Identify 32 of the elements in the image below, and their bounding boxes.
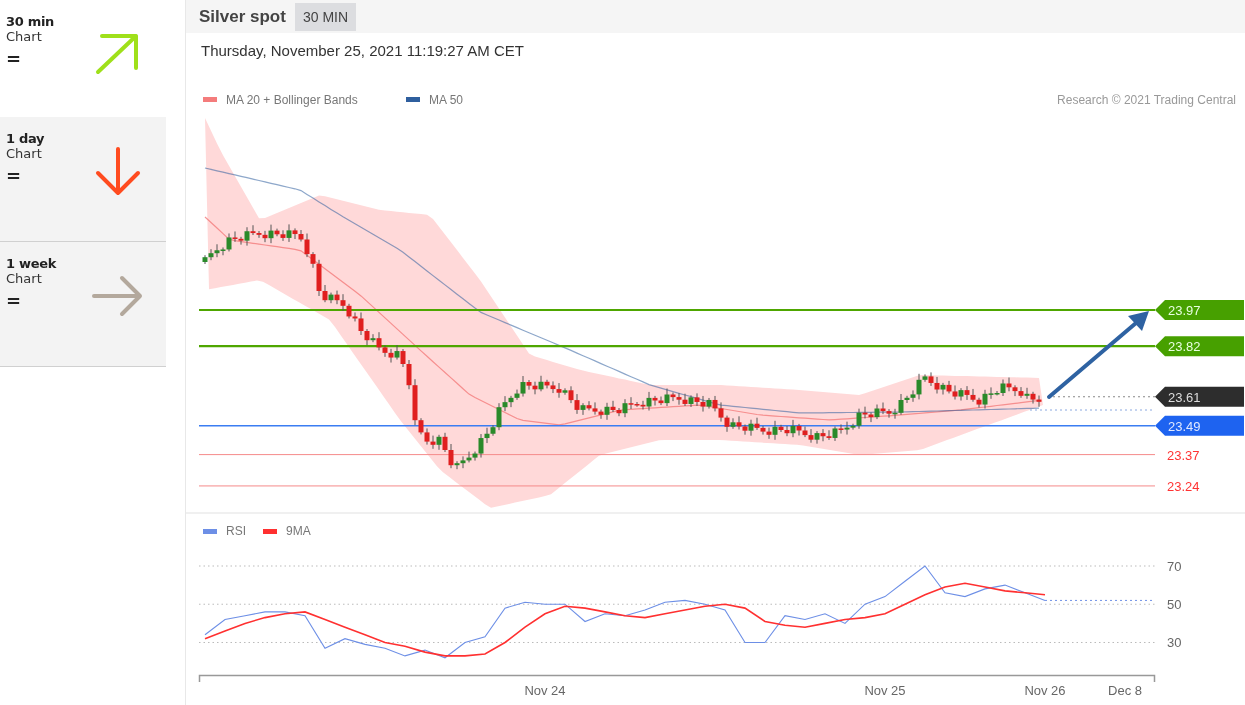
axis-tick-label: Nov 25 [864, 682, 906, 698]
legend-label: MA 50 [429, 92, 464, 107]
rating-text: = [6, 290, 22, 311]
timeframe-title: 1 day [6, 131, 45, 146]
legend-label: 9MA [286, 523, 311, 538]
price-label: 23.82 [1155, 335, 1244, 356]
axis-tick-label: 50 [1167, 597, 1182, 612]
chart-label: Chart [6, 29, 42, 44]
chart-label: Chart [6, 146, 42, 161]
timeframe-card[interactable]: 1 week Chart = [0, 242, 166, 367]
rating-text: = [6, 165, 22, 186]
price-level: 23.37 [1167, 447, 1200, 463]
price-label: 23.61 [1155, 386, 1244, 407]
instrument-title: Silver spot [199, 6, 286, 27]
credit-text: Research © 2021 Trading Central [1057, 92, 1236, 107]
timeframe-card[interactable]: 1 day Chart = [0, 117, 166, 242]
timestamp-text: Thursday, November 25, 2021 11:19:27 AM CET [200, 41, 525, 61]
axis-tick-label: Dec 8 [1108, 682, 1142, 698]
legend-label: MA 20 + Bollinger Bands [226, 92, 358, 107]
axis-tick-label: 30 [1167, 635, 1182, 651]
timeframe-title: 1 week [6, 256, 57, 271]
timeframe-badge: 30 MIN [294, 2, 357, 31]
timeframe-title: 30 min [6, 14, 55, 29]
axis-tick-label: Nov 24 [524, 682, 566, 698]
axis-tick-label: Nov 26 [1024, 682, 1066, 698]
price-label: 23.97 [1155, 299, 1244, 320]
legend-label: RSI [226, 523, 246, 538]
price-label: 23.49 [1155, 415, 1244, 436]
axis-tick-label: 70 [1167, 558, 1182, 574]
price-level: 23.24 [1167, 478, 1200, 494]
rating-text: = [6, 48, 22, 69]
chart-label: Chart [6, 271, 42, 286]
